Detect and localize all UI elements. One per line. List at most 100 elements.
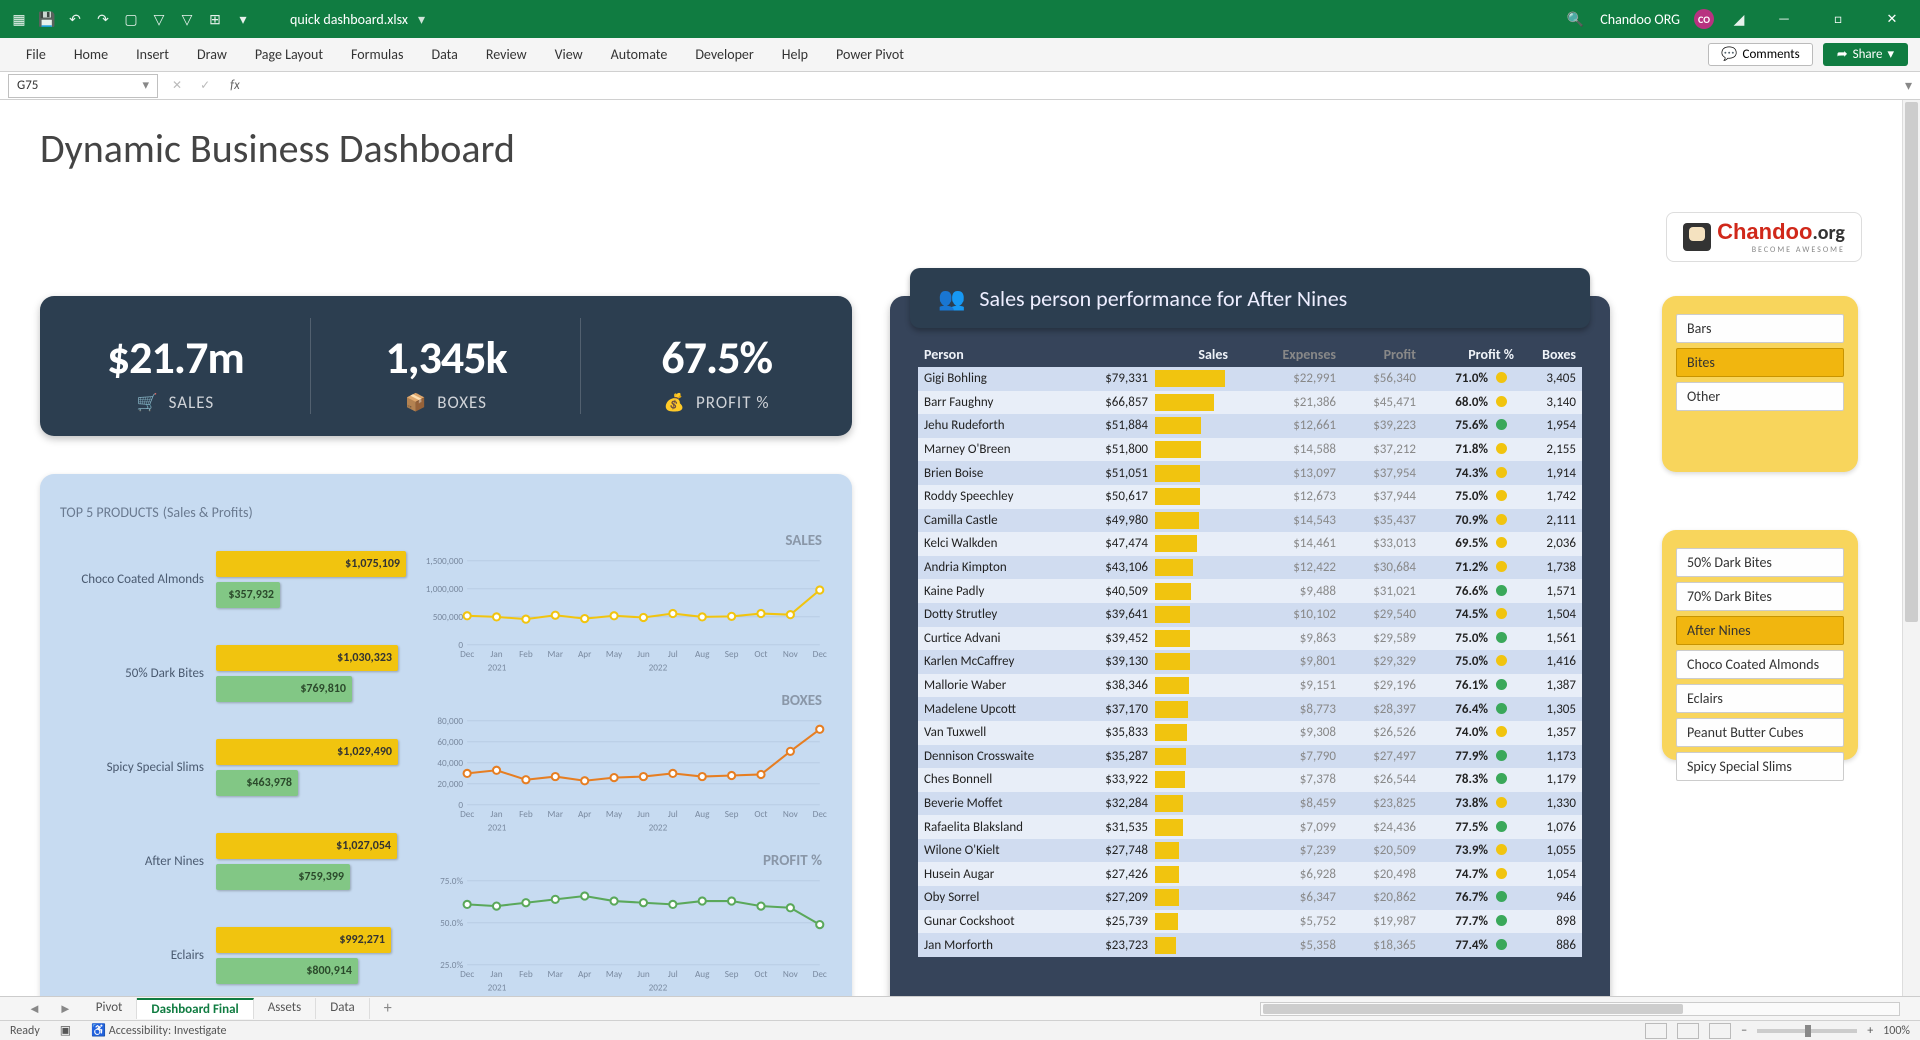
slicer-item[interactable]: 70% Dark Bites (1676, 582, 1844, 611)
zoom-out-button[interactable]: − (1741, 1024, 1747, 1038)
slicer-item[interactable]: 50% Dark Bites (1676, 548, 1844, 577)
search-icon[interactable]: 🔍 (1564, 8, 1586, 30)
slicer-item[interactable]: After Nines (1676, 616, 1844, 645)
status-macro-icon[interactable]: ▣ (60, 1023, 71, 1038)
status-accessibility[interactable]: ♿ Accessibility: Investigate (91, 1023, 226, 1038)
ribbon-tab[interactable]: File (12, 46, 60, 63)
comments-button[interactable]: 💬 Comments (1708, 43, 1812, 66)
sales-bar: $1,029,490 (216, 739, 398, 765)
fx-icon[interactable]: fx (224, 78, 246, 93)
sheet-nav-prev[interactable]: ◄ (20, 1001, 49, 1017)
sheet-tab[interactable]: Dashboard Final (137, 998, 253, 1019)
table-row: Ches Bonnell $33,922 $7,378 $26,544 78.3… (918, 768, 1582, 792)
qat-icon[interactable]: ▽ (148, 8, 170, 30)
add-sheet-button[interactable]: + (372, 999, 404, 1018)
enter-formula-icon[interactable]: ✓ (196, 78, 214, 93)
svg-text:Mar: Mar (548, 809, 564, 820)
ribbon-tab[interactable]: Formulas (337, 46, 417, 63)
status-dot-icon (1496, 750, 1507, 761)
mini-chart: SALES 0 500,000 1,000,000 1,500,000 DecJ… (420, 532, 830, 682)
ribbon-tab[interactable]: Help (768, 46, 822, 63)
slicer-item[interactable]: Other (1676, 382, 1844, 411)
svg-text:Feb: Feb (519, 649, 533, 660)
chevron-down-icon[interactable]: ▾ (418, 11, 425, 28)
slicer-item[interactable]: Bites (1676, 348, 1844, 377)
sheet-tab[interactable]: Assets (254, 998, 317, 1019)
minimize-button[interactable]: — (1764, 4, 1804, 34)
slicer-item[interactable]: Eclairs (1676, 684, 1844, 713)
svg-text:Sep: Sep (725, 969, 739, 980)
view-pagelayout-button[interactable] (1677, 1023, 1699, 1039)
slicer-item[interactable]: Bars (1676, 314, 1844, 343)
qat-icon[interactable]: ▽ (176, 8, 198, 30)
ribbon-tab[interactable]: Automate (597, 46, 682, 63)
vertical-scrollbar[interactable] (1902, 100, 1920, 996)
slicer-item[interactable]: Spicy Special Slims (1676, 752, 1844, 781)
kpi-sales: $21.7m 🛒SALES (40, 296, 311, 436)
expand-formula-icon[interactable]: ▾ (1905, 77, 1912, 94)
ribbon-tab[interactable]: Developer (681, 46, 767, 63)
svg-text:1,000,000: 1,000,000 (426, 584, 464, 595)
svg-text:Dec: Dec (813, 649, 827, 660)
horizontal-scrollbar[interactable] (1260, 1002, 1900, 1016)
sales-bar: $992,271 (216, 927, 391, 953)
qat-more-icon[interactable]: ▾ (232, 8, 254, 30)
ribbon-tab[interactable]: Data (417, 46, 471, 63)
ribbon-tab[interactable]: Insert (122, 46, 183, 63)
slicer-product[interactable]: 50% Dark Bites 70% Dark Bites After Nines C… (1662, 530, 1858, 760)
svg-text:Apr: Apr (578, 649, 592, 660)
share-button[interactable]: ➦ Share ▾ (1823, 43, 1908, 66)
profit-bar: $800,914 (216, 958, 358, 984)
view-pagebreak-button[interactable] (1709, 1023, 1731, 1039)
ribbon-tab[interactable]: Power Pivot (822, 46, 918, 63)
ribbon-display-icon[interactable]: ◢ (1728, 8, 1750, 30)
status-dot-icon (1496, 868, 1507, 879)
mini-chart-title: PROFIT % (763, 852, 822, 870)
ribbon-tab[interactable]: View (541, 46, 597, 63)
sheet-tab[interactable]: Data (316, 998, 370, 1019)
status-dot-icon (1496, 797, 1507, 808)
slicer-item[interactable]: Choco Coated Almonds (1676, 650, 1844, 679)
zoom-level[interactable]: 100% (1883, 1024, 1910, 1038)
file-name[interactable]: quick dashboard.xlsx (290, 11, 408, 28)
formula-input[interactable] (256, 74, 1895, 98)
svg-text:May: May (606, 969, 623, 980)
status-dot-icon (1496, 372, 1507, 383)
close-button[interactable]: ✕ (1872, 4, 1912, 34)
name-box[interactable]: G75▾ (8, 74, 158, 98)
svg-text:Oct: Oct (754, 969, 767, 980)
save-icon[interactable]: 💾 (36, 8, 58, 30)
zoom-in-button[interactable]: + (1867, 1024, 1873, 1038)
ribbon-tab[interactable]: Draw (183, 46, 241, 63)
slicer-item[interactable]: Peanut Butter Cubes (1676, 718, 1844, 747)
undo-icon[interactable]: ↶ (64, 8, 86, 30)
zoom-slider[interactable] (1757, 1029, 1857, 1033)
ribbon-tab[interactable]: Review (472, 46, 541, 63)
mini-chart-title: SALES (785, 532, 822, 550)
account-name[interactable]: Chandoo ORG (1600, 11, 1680, 28)
slicer-category[interactable]: Bars Bites Other (1662, 296, 1858, 472)
maximize-button[interactable]: □ (1818, 4, 1858, 34)
ribbon-tab[interactable]: Page Layout (241, 46, 337, 63)
svg-text:50.0%: 50.0% (440, 918, 463, 929)
sheet-nav-next[interactable]: ► (51, 1001, 80, 1017)
svg-text:Jun: Jun (637, 969, 650, 980)
qat-icon[interactable]: ⊞ (204, 8, 226, 30)
avatar[interactable]: CO (1694, 9, 1714, 29)
sheet-tab[interactable]: Pivot (82, 998, 138, 1019)
worksheet-canvas[interactable]: Dynamic Business Dashboard Chandoo.org B… (0, 100, 1900, 1002)
ribbon-tab[interactable]: Home (60, 46, 122, 63)
status-dot-icon (1496, 703, 1507, 714)
cancel-formula-icon[interactable]: ✕ (168, 78, 186, 93)
table-row: Brien Boise $51,051 $13,097 $37,954 74.3… (918, 461, 1582, 485)
view-normal-button[interactable] (1645, 1023, 1667, 1039)
top5-bar-row: After Nines $1,027,054 $759,399 (60, 833, 406, 890)
table-row: Barr Faughny $66,857 $21,386 $45,471 68.… (918, 391, 1582, 415)
redo-icon[interactable]: ↷ (92, 8, 114, 30)
top5-panel: TOP 5 PRODUCTS (Sales & Profits) Choco C… (40, 474, 852, 1002)
status-bar: Ready ▣ ♿ Accessibility: Investigate − +… (0, 1020, 1920, 1040)
top5-bar-row: Spicy Special Slims $1,029,490 $463,978 (60, 739, 406, 796)
brand-logo: Chandoo.org BECOME AWESOME (1666, 212, 1862, 262)
table-row: Dennison Crosswaite $35,287 $7,790 $27,4… (918, 745, 1582, 769)
qat-icon[interactable]: ▢ (120, 8, 142, 30)
